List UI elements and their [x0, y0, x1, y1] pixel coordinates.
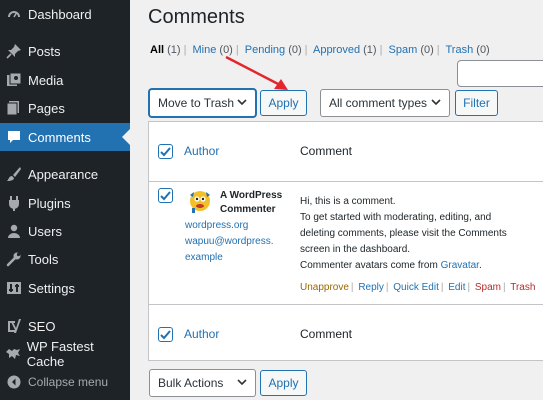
sidebar-item-users[interactable]: Users	[0, 217, 130, 245]
comment-bubble-icon	[0, 129, 28, 145]
spam-link[interactable]: Spam	[475, 282, 501, 293]
comment-line: Commenter avatars come from Gravatar.	[300, 260, 482, 271]
cheetah-icon	[0, 346, 27, 362]
select-all-checkbox-bottom[interactable]	[158, 327, 173, 342]
bulk-actions-value: Bulk Actions	[158, 376, 224, 390]
plugin-icon	[0, 195, 28, 211]
filter-count: (0)	[420, 44, 434, 56]
select-all-checkbox[interactable]	[158, 144, 173, 159]
edit-link[interactable]: Edit	[448, 282, 465, 293]
wrench-icon	[0, 251, 28, 267]
sidebar-item-label: Comments	[28, 129, 91, 145]
filter-trash[interactable]: Trash	[446, 44, 474, 56]
bulk-actions-value: Move to Trash	[158, 96, 235, 110]
checkmark-icon	[160, 191, 171, 201]
filter-spam[interactable]: Spam	[389, 44, 418, 56]
chevron-down-icon	[237, 96, 247, 110]
gravatar-link[interactable]: Gravatar	[441, 260, 479, 271]
comment-status-filters: All (1) | Mine (0) | Pending (0) | Approved…	[150, 44, 490, 56]
main-content: Comments All (1) | Mine (0) | Pending (0) |…	[130, 0, 543, 400]
wapuu-avatar	[187, 188, 213, 214]
comment-line: Hi, this is a comment.	[300, 196, 396, 207]
search-comments-input[interactable]	[457, 60, 543, 87]
row-actions: Unapprove | Reply | Quick Edit | Edit | Spam…	[300, 282, 536, 293]
sidebar-item-label: Dashboard	[28, 6, 92, 22]
filter-button[interactable]: Filter	[455, 90, 498, 116]
sidebar-item-label: Posts	[28, 43, 61, 59]
page-title: Comments	[148, 6, 245, 28]
sidebar-item-label: Pages	[28, 100, 65, 116]
filter-approved[interactable]: Approved	[313, 44, 360, 56]
checkmark-icon	[160, 147, 171, 157]
sidebar-item-label: Plugins	[28, 195, 71, 211]
media-icon	[0, 72, 28, 88]
table-header-row: Author Comment	[149, 122, 543, 182]
sidebar-item-settings[interactable]: Settings	[0, 274, 130, 302]
sidebar-collapse-menu[interactable]: Collapse menu	[0, 368, 130, 396]
quick-edit-link[interactable]: Quick Edit	[393, 282, 439, 293]
sidebar-item-label: Users	[28, 223, 62, 239]
comment-line: screen in the dashboard.	[300, 244, 411, 255]
sidebar-item-label: Collapse menu	[28, 375, 109, 389]
filter-count: (0)	[476, 44, 490, 56]
filter-all[interactable]: All	[150, 44, 164, 56]
sidebar-item-label: Settings	[28, 280, 75, 296]
sidebar-item-posts[interactable]: Posts	[0, 37, 130, 65]
chevron-down-icon	[237, 376, 247, 390]
annotation-arrow-icon	[225, 55, 288, 90]
table-footer-row: Author Comment	[149, 304, 543, 362]
sidebar-item-label: Tools	[28, 251, 59, 267]
reply-link[interactable]: Reply	[358, 282, 384, 293]
comment-author-name: A WordPress Commenter	[220, 190, 283, 215]
apply-button-bottom[interactable]: Apply	[260, 370, 307, 396]
author-email-link-cont[interactable]: example	[185, 252, 223, 263]
column-footer-comment: Comment	[300, 327, 353, 341]
filter-count: (1)	[167, 44, 181, 56]
trash-link[interactable]: Trash	[510, 282, 535, 293]
sidebar-item-seo[interactable]: SEO	[0, 312, 130, 340]
comment-line: To get started with moderating, editing,…	[300, 212, 492, 223]
user-icon	[0, 223, 28, 239]
admin-sidebar: Dashboard Posts Media Pages Comments App…	[0, 0, 130, 400]
sidebar-item-pages[interactable]: Pages	[0, 94, 130, 122]
sidebar-item-plugins[interactable]: Plugins	[0, 189, 130, 217]
bulk-actions-select-bottom[interactable]: Bulk Actions	[149, 369, 256, 397]
sidebar-item-appearance[interactable]: Appearance	[0, 160, 130, 188]
comment-type-select[interactable]: All comment types	[320, 89, 450, 117]
sidebar-item-tools[interactable]: Tools	[0, 245, 130, 273]
sidebar-item-comments[interactable]: Comments	[0, 123, 130, 151]
sidebar-item-media[interactable]: Media	[0, 66, 130, 94]
collapse-icon	[0, 375, 28, 389]
comment-text: Hi, this is a comment. To get started wi…	[300, 194, 543, 274]
settings-icon	[0, 280, 28, 296]
chevron-down-icon	[431, 96, 441, 110]
dashboard-icon	[0, 6, 28, 22]
unapprove-link[interactable]: Unapprove	[300, 282, 349, 293]
author-url-link[interactable]: wordpress.org	[185, 220, 248, 231]
sidebar-item-label: WP Fastest Cache	[26, 339, 94, 369]
filter-count: (1)	[363, 44, 377, 56]
comment-line: deleting comments, please visit the Comm…	[300, 228, 507, 239]
comments-table: Author Comment A WordPress Commenter wor…	[148, 121, 543, 361]
sidebar-item-wp-fastest-cache[interactable]: WP Fastest Cache	[0, 339, 130, 369]
column-header-comment: Comment	[300, 144, 353, 158]
sidebar-item-label: SEO	[28, 318, 56, 334]
comment-type-value: All comment types	[329, 96, 428, 110]
paintbrush-icon	[0, 166, 28, 182]
checkmark-icon	[160, 330, 171, 340]
column-footer-author[interactable]: Author	[184, 327, 219, 341]
pages-icon	[0, 100, 28, 116]
pin-icon	[0, 43, 28, 59]
filter-mine[interactable]: Mine	[193, 44, 217, 56]
sidebar-item-label: Appearance	[28, 166, 99, 182]
sidebar-item-label: Media	[28, 72, 64, 88]
column-header-author[interactable]: Author	[184, 144, 219, 158]
yoast-icon	[0, 318, 28, 334]
author-email-link[interactable]: wapuu@wordpress.	[185, 236, 274, 247]
sidebar-item-dashboard[interactable]: Dashboard	[0, 0, 130, 28]
row-checkbox[interactable]	[158, 188, 173, 203]
